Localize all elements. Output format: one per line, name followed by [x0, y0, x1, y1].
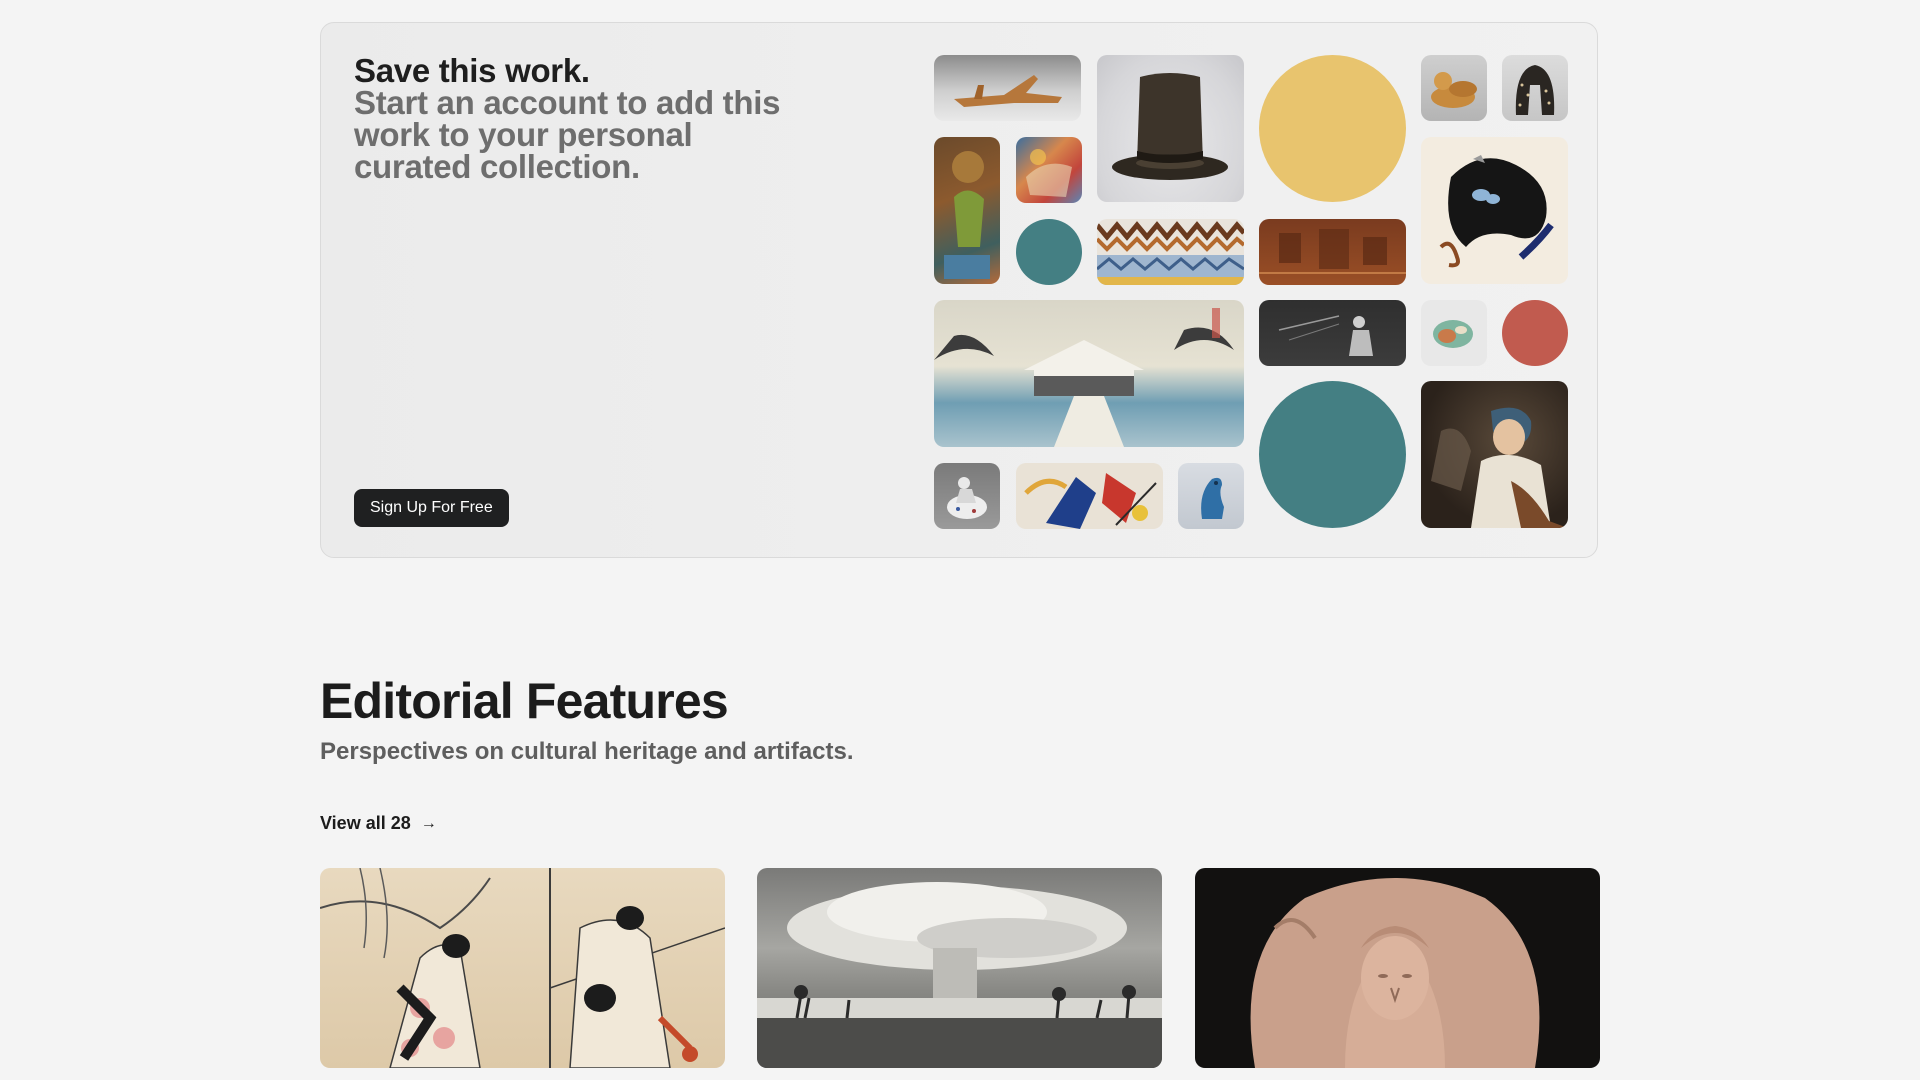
- top-hat-image: [1112, 73, 1228, 180]
- editorial-subtitle: Perspectives on cultural heritage and ar…: [320, 738, 854, 765]
- carved-duck-image: [1431, 72, 1477, 108]
- blue-bird-figure-thumb: [1178, 463, 1244, 529]
- zigzag-textile-thumb: [1097, 219, 1244, 285]
- blue-bird-image: [1201, 477, 1224, 519]
- porcelain-figurine-thumb: [934, 463, 1000, 529]
- view-all-label: View all 28: [320, 813, 411, 833]
- save-work-card: Save this work. Start an account to add …: [320, 22, 1598, 558]
- teal-circle-small: [1016, 219, 1082, 285]
- fencing-photo-image: [1278, 315, 1373, 356]
- colorful-painting-image: [1026, 149, 1072, 197]
- arrow-right-icon: →: [420, 814, 437, 832]
- abstract-painting-thumb: [1016, 463, 1163, 529]
- bronze-relief-image: [1259, 229, 1406, 274]
- stone-sculpture-card[interactable]: [1195, 868, 1600, 1068]
- beaded-garment-image: [1515, 65, 1555, 115]
- porcelain-figurine-image: [947, 477, 987, 519]
- woman-portrait-image: [1431, 407, 1568, 528]
- japanese-print-image: [320, 868, 725, 1068]
- carved-duck-thumb: [1421, 55, 1487, 121]
- fencing-photo-thumb: [1259, 300, 1406, 366]
- snow-landscape-image: [934, 308, 1234, 447]
- stone-sculpture-image: [1250, 878, 1540, 1068]
- sign-up-button[interactable]: Sign Up For Free: [354, 489, 509, 527]
- wooden-carving-image: [954, 75, 1062, 107]
- bronze-relief-thumb: [1259, 219, 1406, 285]
- figure-painting-thumb: [934, 137, 1000, 284]
- mushroom-cloud-photo-card[interactable]: [757, 868, 1162, 1068]
- snow-landscape-print-thumb: [934, 300, 1244, 447]
- save-subtitle: Start an account to add this work to you…: [354, 84, 781, 185]
- view-all-link[interactable]: View all 28 →: [320, 813, 437, 834]
- yellow-circle: [1259, 55, 1406, 202]
- teal-circle-large: [1259, 381, 1406, 528]
- woman-portrait-painting-thumb: [1421, 381, 1568, 528]
- figure-painting-image: [944, 151, 990, 279]
- page: Save this work. Start an account to add …: [0, 0, 1920, 1080]
- abstract-blob-image: [1439, 155, 1554, 268]
- abstract-painting-image: [1024, 473, 1157, 529]
- red-circle: [1502, 300, 1568, 366]
- colorful-painting-thumb: [1016, 137, 1082, 203]
- beaded-garment-thumb: [1502, 55, 1568, 121]
- top-hat-thumb: [1097, 55, 1244, 202]
- editorial-title: Editorial Features: [320, 673, 729, 729]
- abstract-blob-thumb: [1421, 137, 1568, 284]
- save-text-block: Save this work. Start an account to add …: [354, 52, 784, 185]
- japanese-print-card[interactable]: [320, 868, 725, 1068]
- zigzag-textile-image: [1097, 221, 1244, 285]
- save-title: Save this work.: [354, 52, 590, 89]
- ceramic-fragment-thumb: [1421, 300, 1487, 366]
- wooden-carving-thumb: [934, 55, 1081, 121]
- ceramic-fragment-image: [1433, 320, 1473, 348]
- mushroom-cloud-image: [757, 882, 1162, 1068]
